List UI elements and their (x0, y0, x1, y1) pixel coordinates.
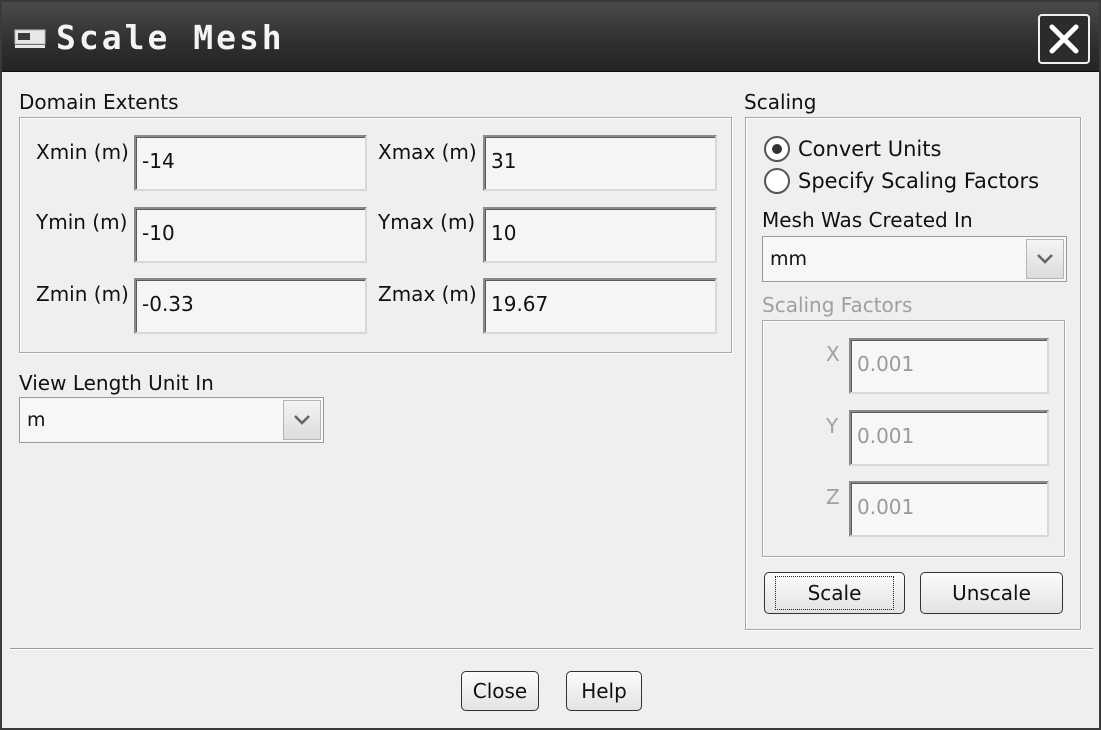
scale-mesh-dialog: Scale Mesh Domain Extents Xmin (m) -14 X… (0, 0, 1101, 730)
chevron-down-icon (1037, 254, 1053, 264)
dropdown-button[interactable] (1026, 239, 1064, 279)
close-icon (1049, 24, 1079, 54)
zmax-label: Zmax (m) (378, 282, 477, 306)
close-button-label: Close (472, 679, 528, 703)
footer-divider (10, 648, 1093, 650)
scaling-label: Scaling (744, 90, 817, 114)
close-button[interactable]: Close (461, 671, 539, 711)
scale-y-field[interactable]: 0.001 (849, 410, 1049, 466)
zmax-field[interactable]: 19.67 (483, 278, 717, 334)
zmin-field[interactable]: -0.33 (134, 278, 367, 334)
scaling-factors-label: Scaling Factors (762, 293, 913, 317)
radio-specify-scaling-factors[interactable]: Specify Scaling Factors (764, 168, 1039, 194)
dialog-title: Scale Mesh (56, 18, 285, 57)
scale-button-label: Scale (774, 576, 895, 610)
xmin-field[interactable]: -14 (134, 135, 367, 191)
view-length-unit-value: m (27, 409, 46, 431)
radio-convert-units[interactable]: Convert Units (764, 136, 941, 162)
convert-units-label: Convert Units (798, 137, 942, 161)
view-length-unit-select[interactable]: m (19, 397, 324, 443)
scale-y-label: Y (826, 414, 839, 438)
scale-x-field[interactable]: 0.001 (849, 338, 1049, 394)
mesh-created-in-label: Mesh Was Created In (762, 208, 973, 232)
unscale-button[interactable]: Unscale (920, 572, 1063, 614)
window-icon (14, 29, 46, 48)
scale-x-label: X (826, 342, 840, 366)
dropdown-button[interactable] (283, 400, 321, 440)
scale-z-label: Z (826, 485, 840, 509)
view-length-unit-label: View Length Unit In (19, 371, 214, 395)
specify-scaling-factors-label: Specify Scaling Factors (798, 169, 1040, 193)
unscale-button-label: Unscale (952, 581, 1031, 605)
radio-button[interactable] (764, 168, 790, 194)
mesh-created-in-value: mm (770, 248, 808, 270)
xmax-field[interactable]: 31 (483, 135, 717, 191)
title-bar[interactable]: Scale Mesh (2, 2, 1099, 72)
zmin-label: Zmin (m) (36, 282, 129, 306)
scale-z-field[interactable]: 0.001 (849, 481, 1049, 537)
mesh-created-in-select[interactable]: mm (762, 236, 1067, 282)
domain-extents-label: Domain Extents (19, 90, 179, 114)
ymax-label: Ymax (m) (378, 210, 476, 234)
ymax-field[interactable]: 10 (483, 207, 717, 263)
help-button[interactable]: Help (566, 671, 642, 711)
ymin-label: Ymin (m) (36, 210, 128, 234)
help-button-label: Help (581, 679, 627, 703)
ymin-field[interactable]: -10 (134, 207, 367, 263)
xmax-label: Xmax (m) (378, 140, 477, 164)
close-window-button[interactable] (1038, 14, 1090, 64)
xmin-label: Xmin (m) (36, 140, 129, 164)
chevron-down-icon (294, 415, 310, 425)
scale-button[interactable]: Scale (764, 572, 905, 614)
radio-button-selected[interactable] (764, 136, 790, 162)
